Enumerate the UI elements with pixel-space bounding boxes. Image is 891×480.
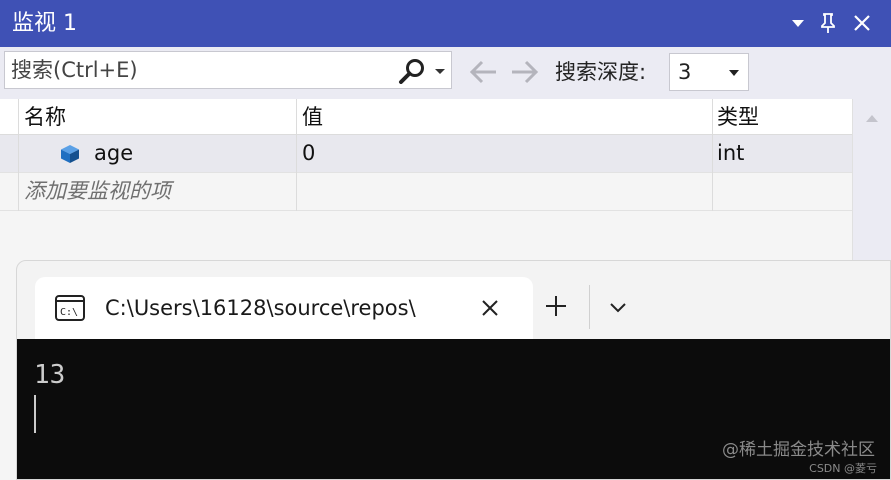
close-icon [482,300,498,316]
command-prompt-icon: C:\ [55,295,85,321]
variable-cube-icon[interactable] [60,144,80,164]
column-separator [18,99,19,211]
column-header-type[interactable]: 类型 [717,99,759,135]
triangle-down-icon [435,69,445,74]
search-depth-select[interactable]: 3 [669,53,749,91]
close-button[interactable] [848,8,876,38]
search-button[interactable] [397,58,427,84]
command-prompt-icon-text: C:\ [60,307,78,318]
close-tab-button[interactable] [475,293,505,323]
window-menu-button[interactable] [784,8,812,38]
new-tab-button[interactable] [539,289,573,323]
close-icon [854,15,870,31]
search-box [4,51,452,89]
search-next-button[interactable] [508,57,542,87]
add-watch-placeholder[interactable]: 添加要监视的项 [24,173,171,209]
column-header-name[interactable]: 名称 [24,99,66,135]
watch-row-value[interactable]: 0 [302,135,315,171]
watch-row-name: age [94,141,134,165]
terminal-tab[interactable]: C:\ C:\Users\16128\source\repos\ [35,277,533,339]
arrow-right-icon [512,60,539,84]
watch-vertical-scrollbar[interactable] [852,99,891,260]
column-header-value[interactable]: 值 [302,99,323,135]
grid-header: 名称 值 类型 [0,99,852,135]
triangle-down-icon [729,70,739,76]
column-separator[interactable] [712,99,713,211]
plus-icon [546,296,566,316]
tab-dropdown-button[interactable] [603,293,633,323]
watch-row-type: int [717,141,745,165]
console-output: 13 [34,360,66,390]
triangle-down-icon [792,20,804,27]
watermark-line1: @稀土掘金技术社区 [722,440,875,460]
terminal-tab-title: C:\Users\16128\source\repos\ [105,296,416,320]
search-previous-button[interactable] [466,57,500,87]
search-input[interactable] [11,56,391,84]
chevron-down-icon [610,303,626,313]
column-separator[interactable] [296,99,297,211]
arrow-left-icon [469,60,496,84]
watch-title: 监视 1 [12,11,77,36]
watch-titlebar: 监视 1 [0,0,891,47]
watch-window: 监视 1 搜索深度: 3 [0,0,891,260]
watermark-line2: CSDN @菱亏 [809,462,877,475]
tab-separator [589,285,590,329]
pin-button[interactable] [814,8,842,38]
pin-icon [821,13,835,33]
search-icon [399,59,424,84]
scroll-up-icon[interactable] [865,113,879,123]
search-depth-label: 搜索深度: [555,60,647,84]
watch-grid: 名称 值 类型 age 0 int 添加要监视的项 [0,99,852,260]
text-cursor [34,395,36,433]
add-watch-row[interactable]: 添加要监视的项 [0,173,852,211]
search-options-dropdown[interactable] [433,58,451,84]
watch-row[interactable]: age 0 int [0,135,852,173]
search-depth-value: 3 [678,60,692,84]
watch-toolbar: 搜索深度: 3 [0,47,891,99]
